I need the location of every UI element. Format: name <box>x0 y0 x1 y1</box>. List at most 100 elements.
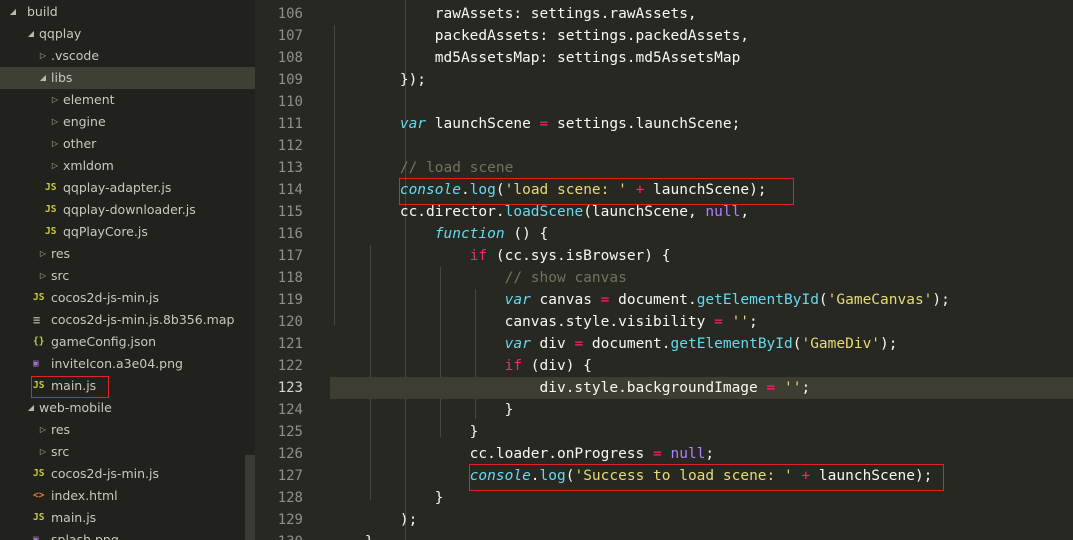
folder-other[interactable]: ▷ other <box>0 133 255 155</box>
code-token: } <box>330 490 444 506</box>
file-splash-png[interactable]: ▣ splash.png <box>0 529 255 540</box>
tree-item-label: cocos2d-js-min.js <box>51 290 159 305</box>
code-token: getElementById <box>670 336 793 352</box>
code-line[interactable]: // load scene <box>330 157 1073 179</box>
code-token: document. <box>583 336 671 352</box>
code-area[interactable]: rawAssets: settings.rawAssets, packedAss… <box>330 0 1073 540</box>
code-token: if <box>469 248 488 264</box>
code-token: // load scene <box>399 160 514 176</box>
code-line[interactable]: ); <box>330 509 1073 531</box>
chevron-right-icon: ▷ <box>39 51 47 60</box>
code-token: null <box>705 204 741 220</box>
file-qqplay-adapter-js[interactable]: JS qqplay-adapter.js <box>0 177 255 199</box>
tree-item-label: qqplay-adapter.js <box>63 180 172 195</box>
folder-src[interactable]: ▷ src <box>0 265 255 287</box>
tree-item-label: gameConfig.json <box>51 334 157 349</box>
code-line[interactable]: packedAssets: settings.packedAssets, <box>330 25 1073 47</box>
line-number: 128 <box>277 490 303 506</box>
code-token: , <box>740 204 750 220</box>
code-editor[interactable]: 106 107 108 109 110 111 112 113 114 115 116 117 118 1… <box>255 0 1073 540</box>
folder-xmldom[interactable]: ▷ xmldom <box>0 155 255 177</box>
file-qqplay-downloader-js[interactable]: JS qqplay-downloader.js <box>0 199 255 221</box>
line-number: 122 <box>277 358 303 374</box>
code-line[interactable]: var canvas = document.getElementById('Ga… <box>330 289 1073 311</box>
code-line[interactable]: } <box>330 531 1073 540</box>
line-number: 108 <box>277 50 303 66</box>
code-line[interactable]: var launchScene = settings.launchScene; <box>330 113 1073 135</box>
code-token: '' <box>731 314 750 330</box>
code-line[interactable]: canvas.style.visibility = ''; <box>330 311 1073 333</box>
code-line[interactable]: function () { <box>330 223 1073 245</box>
js-file-icon: JS <box>33 292 45 303</box>
file-cocos2d-js-min-js[interactable]: JS cocos2d-js-min.js <box>0 287 255 309</box>
file-index-html[interactable]: <> index.html <box>0 485 255 507</box>
code-token: = <box>653 446 662 462</box>
js-file-icon: JS <box>45 182 57 193</box>
tree-item-label: inviteIcon.a3e04.png <box>51 356 183 371</box>
code-token: var <box>399 116 427 132</box>
line-number: 106 <box>277 6 303 22</box>
code-line[interactable]: if (div) { <box>330 355 1073 377</box>
folder-build[interactable]: ◢ build <box>0 1 255 23</box>
code-line[interactable]: } <box>330 399 1073 421</box>
file-gameconfig-json[interactable]: {} gameConfig.json <box>0 331 255 353</box>
folder-vscode[interactable]: ▷ .vscode <box>0 45 255 67</box>
line-number: 120 <box>277 314 303 330</box>
folder-res[interactable]: ▷ res <box>0 419 255 441</box>
folder-engine[interactable]: ▷ engine <box>0 111 255 133</box>
tree-item-label: splash.png <box>51 532 119 540</box>
code-token: canvas.style.visibility <box>330 314 715 330</box>
code-line[interactable]: } <box>330 421 1073 443</box>
file-cocos2d-js-min-js[interactable]: JS cocos2d-js-min.js <box>0 463 255 485</box>
file-qqplaycore-js[interactable]: JS qqPlayCore.js <box>0 221 255 243</box>
folder-element[interactable]: ▷ element <box>0 89 255 111</box>
code-line[interactable] <box>330 135 1073 157</box>
code-token: packedAssets: settings.packedAssets, <box>330 28 750 44</box>
code-token: } <box>330 534 374 540</box>
file-cocos2d-js-min-js-8b356-map[interactable]: ≡ cocos2d-js-min.js.8b356.map <box>0 309 255 331</box>
sidebar-scrollbar[interactable] <box>245 455 255 540</box>
code-line[interactable]: // show canvas <box>330 267 1073 289</box>
code-line[interactable]: }); <box>330 69 1073 91</box>
tree-item-label: cocos2d-js-min.js <box>51 466 159 481</box>
line-number: 116 <box>277 226 303 242</box>
chevron-right-icon: ▷ <box>39 249 47 258</box>
code-token: () { <box>504 226 549 242</box>
tree-item-label: engine <box>63 114 106 129</box>
file-inviteicon-a3e04-png[interactable]: ▣ inviteIcon.a3e04.png <box>0 353 255 375</box>
line-number: 110 <box>277 94 303 110</box>
line-number: 119 <box>277 292 303 308</box>
code-token: (div) { <box>522 358 592 374</box>
line-number: 114 <box>277 182 303 198</box>
folder-web-mobile[interactable]: ◢ web-mobile <box>0 397 255 419</box>
code-token: = <box>539 116 549 132</box>
code-line[interactable]: md5AssetsMap: settings.md5AssetsMap <box>330 47 1073 69</box>
code-token: div.style.backgroundImage <box>330 380 767 396</box>
code-token: // show canvas <box>504 270 627 286</box>
json-file-icon: {} <box>33 336 45 347</box>
annotation-box-main-js <box>31 376 109 398</box>
file-main-js[interactable]: JS main.js <box>0 507 255 529</box>
code-line[interactable]: var div = document.getElementById('GameD… <box>330 333 1073 355</box>
code-line[interactable]: rawAssets: settings.rawAssets, <box>330 3 1073 25</box>
js-file-icon: JS <box>45 226 57 237</box>
folder-src[interactable]: ▷ src <box>0 441 255 463</box>
folder-libs[interactable]: ◢ libs <box>0 67 255 89</box>
folder-qqplay[interactable]: ◢ qqplay <box>0 23 255 45</box>
code-line[interactable]: cc.loader.onProgress = null; <box>330 443 1073 465</box>
line-number: 127 <box>277 468 303 484</box>
code-line[interactable]: if (cc.sys.isBrowser) { <box>330 245 1073 267</box>
line-number: 126 <box>277 446 303 462</box>
code-token: md5AssetsMap: settings.md5AssetsMap <box>330 50 741 66</box>
editor-window: ◢ build ◢ qqplay ▷ .vscode ◢ libs ▷ element ▷ engin… <box>0 0 1073 540</box>
js-file-icon: JS <box>33 468 45 479</box>
code-token: div <box>530 336 575 352</box>
code-line[interactable] <box>330 91 1073 113</box>
folder-res[interactable]: ▷ res <box>0 243 255 265</box>
code-token: } <box>330 402 514 418</box>
code-line[interactable]: div.style.backgroundImage = ''; <box>330 377 1073 399</box>
